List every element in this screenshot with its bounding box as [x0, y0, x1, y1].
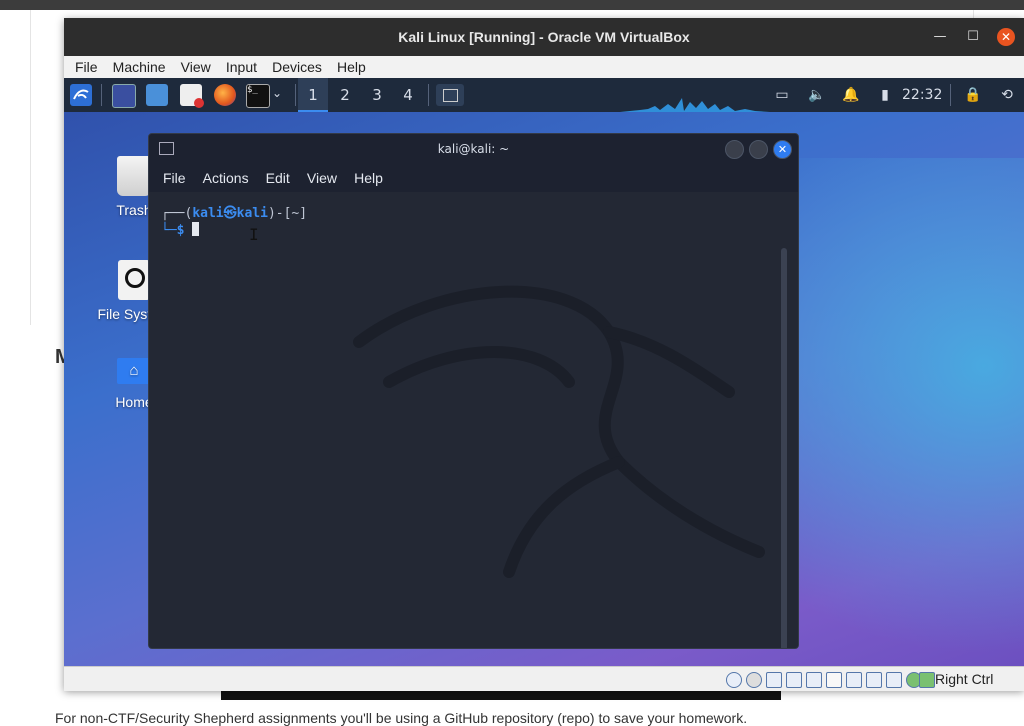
usb-icon[interactable] [806, 672, 822, 688]
taskbar-separator [101, 84, 102, 106]
terminal-menu-file[interactable]: File [157, 164, 192, 192]
show-desktop-icon[interactable] [112, 84, 136, 108]
terminal-task-button[interactable] [436, 84, 464, 106]
host-key-label: Right Ctrl [935, 671, 994, 687]
firefox-icon[interactable] [214, 84, 236, 106]
window-title: Kali Linux [Running] - Oracle VM Virtual… [398, 29, 690, 45]
prompt-line1-prefix: ┌──( [161, 206, 193, 221]
shared-folders-icon[interactable] [826, 672, 842, 688]
menu-file[interactable]: File [70, 56, 103, 78]
terminal-title: kali@kali: ~ [437, 142, 510, 156]
workspace-3[interactable]: 3 [362, 78, 392, 112]
text-cursor [192, 222, 200, 236]
workspace-2[interactable]: 2 [330, 78, 360, 112]
workspace-4[interactable]: 4 [393, 78, 423, 112]
terminal-menu-view[interactable]: View [301, 164, 343, 192]
virtualbox-window: Kali Linux [Running] - Oracle VM Virtual… [64, 18, 1024, 691]
audio-icon[interactable] [766, 672, 782, 688]
menu-view[interactable]: View [176, 56, 216, 78]
terminal-menu-actions[interactable]: Actions [197, 164, 255, 192]
terminal-window: kali@kali: ~ ✕ File Actions Edit View He… [148, 133, 799, 649]
display-settings-icon[interactable] [846, 672, 862, 688]
terminal-scrollbar[interactable] [781, 248, 787, 648]
volume-icon[interactable]: 🔈 [808, 86, 826, 104]
taskbar-separator [295, 84, 296, 106]
logout-icon[interactable]: ⟲ [998, 86, 1016, 104]
chevron-down-icon[interactable]: ⌄ [272, 86, 282, 100]
terminal-minimize-button[interactable] [725, 140, 744, 159]
network-graph [620, 98, 770, 112]
menu-help[interactable]: Help [332, 56, 371, 78]
terminal-menu-edit[interactable]: Edit [260, 164, 296, 192]
terminal-menubar: File Actions Edit View Help [149, 164, 798, 192]
trash-icon [117, 156, 151, 196]
host-paragraph: For non-CTF/Security Shepherd assignment… [55, 710, 748, 726]
kali-dragon-watermark [353, 285, 765, 578]
recording-icon[interactable] [866, 672, 882, 688]
terminal-menu-help[interactable]: Help [348, 164, 389, 192]
terminal-close-button[interactable]: ✕ [773, 140, 792, 159]
menu-input[interactable]: Input [221, 56, 262, 78]
vbox-menubar: File Machine View Input Devices Help [64, 56, 1024, 79]
desktop-icon-label: Trash [116, 202, 152, 218]
cpu-icon[interactable] [886, 672, 902, 688]
home-icon: ⌂ [117, 358, 151, 384]
taskbar-separator [950, 84, 951, 106]
mouse-ibeam-cursor: I [249, 225, 259, 244]
vbox-statusbar: Right Ctrl [64, 666, 1024, 691]
terminal-output[interactable]: ┌──(kali㉿kali)-[~] └─$ [149, 192, 798, 648]
terminal-maximize-button[interactable] [749, 140, 768, 159]
kali-taskbar: $_ ⌄ 1 2 3 4 ▭ 🔈 🔔 ▮ 22:32 🔒 ⟲ [64, 78, 1024, 112]
terminal-titlebar[interactable]: kali@kali: ~ ✕ [149, 134, 798, 164]
optical-drive-icon[interactable] [746, 672, 762, 688]
hard-disk-icon[interactable] [726, 672, 742, 688]
prompt-line2: └─$ [161, 223, 193, 238]
window-titlebar[interactable]: Kali Linux [Running] - Oracle VM Virtual… [64, 18, 1024, 56]
menu-machine[interactable]: Machine [108, 56, 171, 78]
clock[interactable]: 22:32 [902, 78, 942, 112]
minimize-button[interactable]: — [931, 28, 949, 46]
notification-bell-icon[interactable]: 🔔 [842, 86, 860, 104]
prompt-line1-suffix: )-[~] [267, 206, 308, 221]
prompt-user: kali㉿kali [192, 206, 268, 221]
close-button[interactable]: ✕ [997, 28, 1015, 46]
battery-icon[interactable]: ▮ [876, 86, 894, 104]
terminal-launcher-icon[interactable]: $_ [246, 84, 270, 108]
workspace-1[interactable]: 1 [298, 78, 328, 112]
maximize-button[interactable]: ☐ [964, 28, 982, 46]
lock-icon[interactable]: 🔒 [964, 86, 982, 104]
host-top-bar [0, 0, 1024, 10]
file-manager-icon[interactable] [146, 84, 168, 106]
display-icon[interactable]: ▭ [773, 86, 791, 104]
taskbar-separator [428, 84, 429, 106]
guest-display[interactable]: $_ ⌄ 1 2 3 4 ▭ 🔈 🔔 ▮ 22:32 🔒 ⟲ Trash Fil… [64, 78, 1024, 666]
keyboard-icon[interactable] [919, 672, 935, 688]
drive-icon [118, 260, 150, 300]
shell-prompt: ┌──(kali㉿kali)-[~] └─$ [161, 206, 307, 239]
menu-devices[interactable]: Devices [267, 56, 327, 78]
text-editor-icon[interactable] [180, 84, 204, 108]
kali-menu-icon[interactable] [70, 84, 92, 106]
network-icon[interactable] [786, 672, 802, 688]
